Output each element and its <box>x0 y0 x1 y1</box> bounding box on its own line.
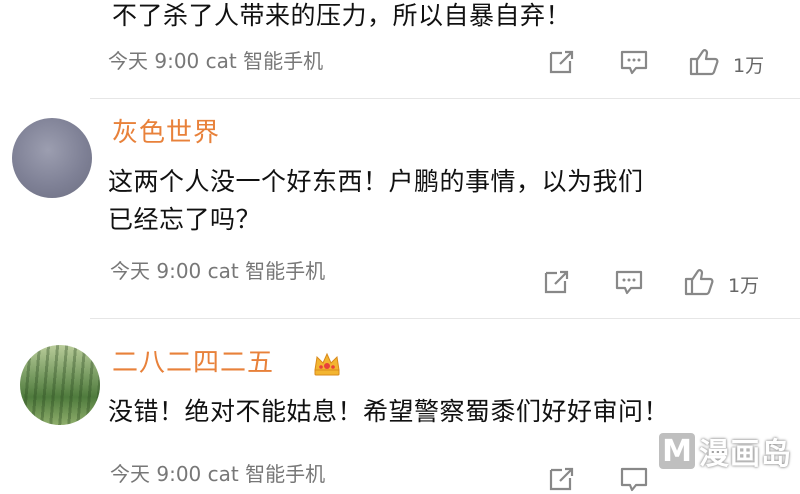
divider <box>90 318 800 319</box>
watermark-letter: M <box>659 433 695 469</box>
avatar[interactable] <box>20 345 100 425</box>
comment-text: 不了杀了人带来的压力，所以自暴自弃！ <box>112 1 572 30</box>
comment-icon[interactable] <box>614 267 644 297</box>
watermark-text: 漫画岛 <box>699 437 792 472</box>
comment-device: cat 智能手机 <box>207 259 326 283</box>
username[interactable]: 灰色世界 <box>112 112 220 149</box>
comment-meta: 今天 9:00 cat 智能手机 <box>110 458 325 487</box>
comment-icon[interactable] <box>619 464 649 494</box>
avatar[interactable] <box>12 118 92 198</box>
comment-actions: 1万 <box>545 47 795 77</box>
comment-item: 不了杀了人带来的压力，所以自暴自弃！ 今天 9:00 cat 智能手机 1万 <box>0 0 800 95</box>
comment-item: 灰色世界 这两个人没一个好东西！户鹏的事情，以为我们 已经忘了吗？ 今天 9:0… <box>0 100 800 315</box>
watermark-logo: M 漫画岛 <box>659 431 792 472</box>
comment-device: cat 智能手机 <box>205 49 324 73</box>
comment-icon[interactable] <box>619 47 649 77</box>
comment-text: 这两个人没一个好东西！户鹏的事情，以为我们 已经忘了吗？ <box>108 167 644 234</box>
comment-meta: 今天 9:00 cat 智能手机 <box>108 45 323 74</box>
share-icon[interactable] <box>547 47 577 77</box>
comment-time: 今天 9:00 <box>110 259 202 283</box>
thumbs-up-icon[interactable] <box>688 47 720 77</box>
like-count: 1万 <box>728 275 760 297</box>
comment-text: 没错！绝对不能姑息！希望警察蜀黍们好好审问！ <box>108 397 670 426</box>
share-icon[interactable] <box>542 267 572 297</box>
vip-crown-icon <box>314 352 340 376</box>
comment-device: cat 智能手机 <box>207 462 326 486</box>
thumbs-up-icon[interactable] <box>683 267 715 297</box>
comment-meta: 今天 9:00 cat 智能手机 <box>110 255 325 284</box>
comment-time: 今天 9:00 <box>110 462 202 486</box>
username[interactable]: 二八二四二五 <box>112 342 274 379</box>
comment-time: 今天 9:00 <box>108 49 200 73</box>
divider <box>90 98 800 99</box>
share-icon[interactable] <box>547 464 577 494</box>
like-count: 1万 <box>733 55 765 77</box>
comment-actions <box>545 464 665 494</box>
comment-actions: 1万 <box>540 267 795 297</box>
